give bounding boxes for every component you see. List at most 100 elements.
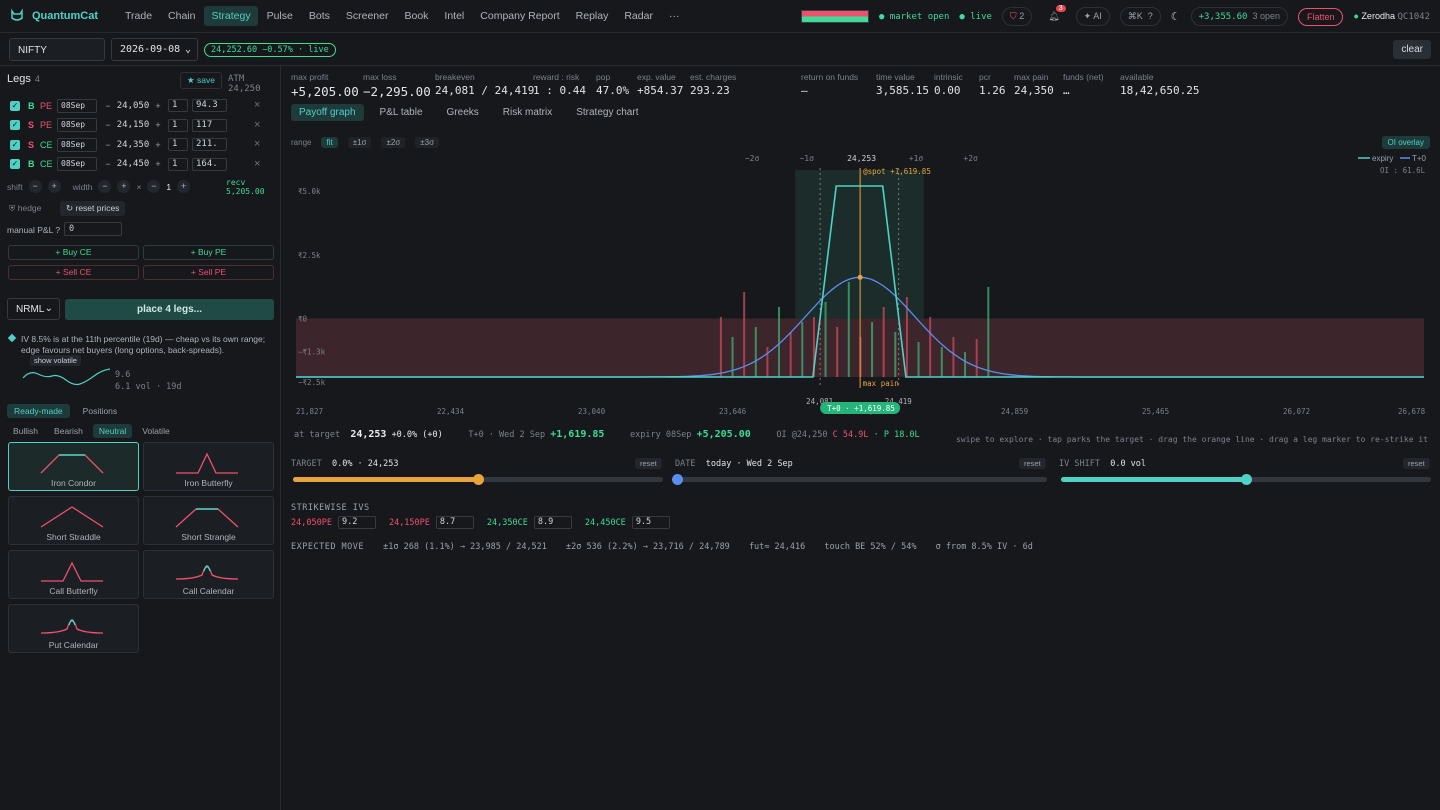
strike-minus-button[interactable]: − [102, 139, 114, 151]
target-reset-button[interactable]: reset [635, 458, 662, 469]
strike-iv-input[interactable]: 9.2 [337, 516, 376, 529]
leg-checkbox[interactable]: ✓ [10, 159, 20, 169]
strategy-card-short-straddle[interactable]: Short Straddle [8, 496, 139, 545]
subtab-bullish[interactable]: Bullish [7, 424, 44, 438]
pnl-pill[interactable]: +3,355.60 3 open [1190, 7, 1288, 26]
strike-iv-input[interactable]: 9.5 [631, 516, 670, 529]
strategy-card-put-calendar[interactable]: Put Calendar [8, 604, 139, 653]
date-slider[interactable] [672, 474, 1047, 485]
strike-plus-button[interactable]: + [152, 158, 164, 170]
product-select[interactable]: NRML ⌄ [7, 298, 60, 320]
strike-minus-button[interactable]: − [102, 158, 114, 170]
broker-status[interactable]: ● Zerodha QC1042 [1353, 11, 1430, 22]
strike-iv-input[interactable]: 8.9 [533, 516, 572, 529]
remove-leg-icon[interactable]: × [254, 119, 260, 131]
leg-price-input[interactable]: 94.3 [192, 99, 227, 112]
subtab-volatile[interactable]: Volatile [136, 424, 175, 438]
hedge-button[interactable]: ⛨ hedge [9, 203, 41, 214]
range-option[interactable]: ±2σ [381, 137, 406, 148]
nav-link-4[interactable]: Bots [302, 6, 337, 26]
range-option[interactable]: fit [321, 137, 338, 148]
leg-expiry-select[interactable]: 08Sep [57, 157, 97, 171]
reset-prices-button[interactable]: ↻ reset prices [60, 201, 126, 216]
leg-qty-input[interactable]: 1 [168, 118, 188, 132]
leg-qty-input[interactable]: 1 [168, 157, 188, 171]
command-palette-button[interactable]: ⌘K ? [1119, 7, 1161, 26]
iv-reset-button[interactable]: reset [1403, 458, 1430, 469]
flatten-button[interactable]: Flatten [1297, 7, 1344, 26]
manual-pnl-input[interactable]: 0 [64, 222, 122, 236]
place-orders-button[interactable]: place 4 legs... [65, 299, 274, 320]
width-minus-button[interactable]: − [98, 180, 112, 193]
remove-leg-icon[interactable]: × [254, 99, 260, 111]
expiry-select[interactable]: 2026-09-08 ⌄ [111, 38, 198, 61]
strategy-card-iron-butterfly[interactable]: Iron Butterfly [143, 442, 274, 491]
range-option[interactable]: ±3σ [415, 137, 440, 148]
leg-price-input[interactable]: 211. [192, 138, 227, 151]
nav-link-3[interactable]: Pulse [260, 6, 300, 26]
shield-button[interactable]: ⛉ 2 [1001, 7, 1033, 26]
brand[interactable]: QuantumCat [10, 8, 118, 25]
nav-link-10[interactable]: Radar [617, 6, 660, 26]
leg-checkbox[interactable]: ✓ [10, 100, 20, 111]
ai-button[interactable]: ✦ AI [1075, 7, 1110, 26]
subtab-bearish[interactable]: Bearish [48, 424, 89, 438]
readymade-tab-0[interactable]: Ready-made [7, 404, 70, 418]
strategy-card-iron-condor[interactable]: Iron Condor [8, 442, 139, 491]
tab-greeks[interactable]: Greeks [439, 104, 487, 121]
strike-minus-button[interactable]: − [102, 119, 114, 131]
clear-button[interactable]: clear [1393, 40, 1431, 59]
tab-payoff-graph[interactable]: Payoff graph [291, 104, 364, 121]
shift-minus-button[interactable]: − [28, 180, 42, 193]
leg-price-input[interactable]: 164. [192, 157, 227, 171]
theme-toggle-icon[interactable]: ☾ [1171, 10, 1181, 23]
sell-pe-button[interactable]: + Sell PE [143, 265, 274, 280]
width-plus-button[interactable]: + [117, 180, 131, 193]
nav-link-8[interactable]: Company Report [473, 6, 566, 26]
nav-link-6[interactable]: Book [397, 6, 435, 26]
nav-link-1[interactable]: Chain [161, 6, 202, 26]
leg-price-input[interactable]: 117 [192, 118, 227, 132]
tab-risk-matrix[interactable]: Risk matrix [495, 104, 560, 121]
date-slider-handle[interactable] [672, 474, 683, 485]
date-reset-button[interactable]: reset [1019, 458, 1046, 469]
iv-slider[interactable] [1061, 474, 1431, 485]
leg-checkbox[interactable]: ✓ [10, 120, 20, 130]
payoff-chart[interactable]: ₹5.0k ₹2.5k ₹0 −₹1.3k −₹2.5k 21,827 22,434 23,0… [296, 150, 1426, 426]
strike-plus-button[interactable]: + [152, 100, 164, 112]
subtab-neutral[interactable]: Neutral [92, 424, 133, 438]
mult-minus-button[interactable]: − [147, 180, 161, 193]
target-slider[interactable] [293, 474, 663, 485]
tab-p-l-table[interactable]: P&L table [372, 104, 431, 121]
remove-leg-icon[interactable]: × [254, 158, 260, 170]
symbol-input[interactable]: NIFTY [9, 38, 105, 61]
readymade-tab-1[interactable]: Positions [76, 404, 125, 418]
leg-expiry-select[interactable]: 08Sep [57, 98, 97, 113]
notifications-button[interactable]: 🔔︎ 3 [1048, 5, 1066, 22]
iv-slider-handle[interactable] [1241, 474, 1252, 485]
nav-link-9[interactable]: Replay [569, 6, 616, 26]
buy-pe-button[interactable]: + Buy PE [143, 245, 274, 260]
leg-qty-input[interactable]: 1 [168, 99, 188, 112]
range-option[interactable]: ±1σ [347, 137, 372, 148]
buy-ce-button[interactable]: + Buy CE [8, 245, 139, 260]
strike-plus-button[interactable]: + [152, 119, 164, 131]
mult-plus-button[interactable]: + [177, 180, 191, 193]
shift-plus-button[interactable]: + [47, 180, 61, 193]
leg-expiry-select[interactable]: 08Sep [57, 118, 97, 132]
leg-expiry-select[interactable]: 08Sep [57, 137, 97, 152]
strike-minus-button[interactable]: − [102, 100, 114, 112]
strike-iv-input[interactable]: 8.7 [435, 516, 474, 529]
nav-link-11[interactable]: ··· [662, 6, 687, 26]
leg-checkbox[interactable]: ✓ [10, 139, 20, 150]
nav-link-5[interactable]: Screener [339, 6, 396, 26]
oi-overlay-toggle[interactable]: OI overlay [1381, 136, 1430, 149]
nav-link-2[interactable]: Strategy [204, 6, 258, 26]
strike-plus-button[interactable]: + [152, 139, 164, 151]
nav-link-0[interactable]: Trade [118, 6, 159, 26]
nav-link-7[interactable]: Intel [437, 6, 471, 26]
strategy-card-short-strangle[interactable]: Short Strangle [143, 496, 274, 545]
leg-qty-input[interactable]: 1 [168, 138, 188, 151]
save-button[interactable]: ★ save [180, 72, 222, 89]
remove-leg-icon[interactable]: × [254, 138, 260, 150]
